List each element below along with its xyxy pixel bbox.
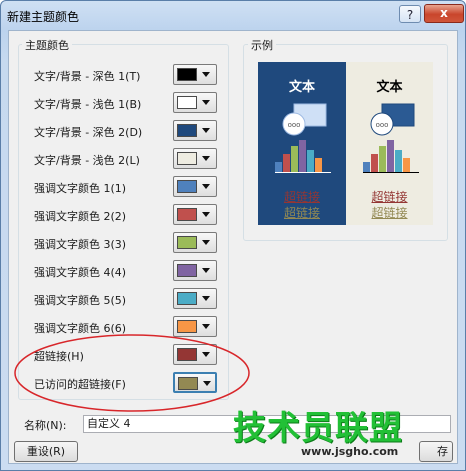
sample-shapes-icon-dark: ooo <box>282 103 327 136</box>
sample-visited-hyperlink-light: 超链接 <box>371 206 408 220</box>
help-button[interactable]: ? <box>399 5 421 23</box>
dialog-client-area: 主题颜色 文字/背景 - 深色 1(T) 文字/背景 - 浅色 1(B) 文字/背景… <box>8 30 458 464</box>
svg-text:ooo: ooo <box>376 121 389 129</box>
sample-group-label: 示例 <box>248 37 276 53</box>
sample-preview-light: 文本 ooo 超链接 超链接 <box>346 62 433 225</box>
theme-color-label: 强调文字颜色 5(5) <box>34 294 127 307</box>
chevron-down-icon <box>202 324 210 329</box>
theme-color-label: 强调文字颜色 2(2) <box>34 210 127 223</box>
sample-hyperlink-light: 超链接 <box>371 190 408 204</box>
theme-colors-group-label: 主题颜色 <box>22 37 72 53</box>
chevron-down-icon <box>202 240 210 245</box>
close-button[interactable]: x <box>424 4 464 23</box>
theme-color-picker-button[interactable] <box>173 148 217 169</box>
dialog-window: 新建主题颜色 ? x 主题颜色 文字/背景 - 深色 1(T) 文字/背景 - 浅… <box>0 0 466 471</box>
theme-color-picker-button[interactable] <box>173 176 217 197</box>
chevron-down-icon <box>202 100 210 105</box>
color-swatch <box>177 68 197 81</box>
theme-color-picker-button[interactable] <box>173 204 217 225</box>
theme-color-picker-button[interactable] <box>173 288 217 309</box>
color-swatch <box>177 96 197 109</box>
theme-color-picker-button[interactable] <box>173 232 217 253</box>
annotation-oval <box>14 334 250 412</box>
svg-text:ooo: ooo <box>288 121 301 129</box>
chevron-down-icon <box>202 184 210 189</box>
theme-color-label: 文字/背景 - 深色 2(D) <box>34 126 143 139</box>
watermark-url: www.jsgho.com <box>301 445 399 458</box>
chevron-down-icon <box>202 72 210 77</box>
theme-color-picker-button[interactable] <box>173 260 217 281</box>
chevron-down-icon <box>202 128 210 133</box>
color-swatch <box>177 180 197 193</box>
dialog-title: 新建主题颜色 <box>7 10 80 24</box>
color-swatch <box>177 124 197 137</box>
color-swatch <box>177 152 197 165</box>
color-swatch <box>177 236 197 249</box>
sample-hyperlink-dark: 超链接 <box>283 190 320 204</box>
theme-color-label: 文字/背景 - 浅色 1(B) <box>34 98 142 111</box>
theme-color-label: 强调文字颜色 3(3) <box>34 238 127 251</box>
title-bar[interactable]: 新建主题颜色 ? x <box>1 1 465 31</box>
theme-color-picker-button[interactable] <box>173 92 217 113</box>
sample-text-label-dark: 文本 <box>288 80 315 95</box>
color-swatch <box>177 292 197 305</box>
sample-shapes-icon-light: ooo <box>370 103 415 136</box>
sample-bar-chart-dark <box>275 140 331 173</box>
chevron-down-icon <box>202 296 210 301</box>
sample-preview-dark: 文本 ooo 超链接 超链接 <box>258 62 346 225</box>
theme-color-label: 强调文字颜色 1(1) <box>34 182 127 195</box>
color-swatch <box>177 264 197 277</box>
save-button[interactable]: 存 <box>419 441 453 462</box>
theme-color-label: 文字/背景 - 浅色 2(L) <box>34 154 140 167</box>
watermark-logo: 技术员联盟 <box>233 408 403 447</box>
chevron-down-icon <box>202 156 210 161</box>
theme-color-picker-button[interactable] <box>173 120 217 141</box>
chevron-down-icon <box>202 268 210 273</box>
sample-text-label-light: 文本 <box>376 80 403 95</box>
name-label: 名称(N): <box>24 419 67 432</box>
sample-bar-chart-light <box>363 140 419 173</box>
chevron-down-icon <box>202 212 210 217</box>
color-swatch <box>177 208 197 221</box>
theme-color-label: 强调文字颜色 4(4) <box>34 266 127 279</box>
reset-button[interactable]: 重设(R) <box>14 441 78 462</box>
sample-visited-hyperlink-dark: 超链接 <box>283 206 320 220</box>
theme-color-label: 文字/背景 - 深色 1(T) <box>34 70 141 83</box>
theme-color-picker-button[interactable] <box>173 64 217 85</box>
